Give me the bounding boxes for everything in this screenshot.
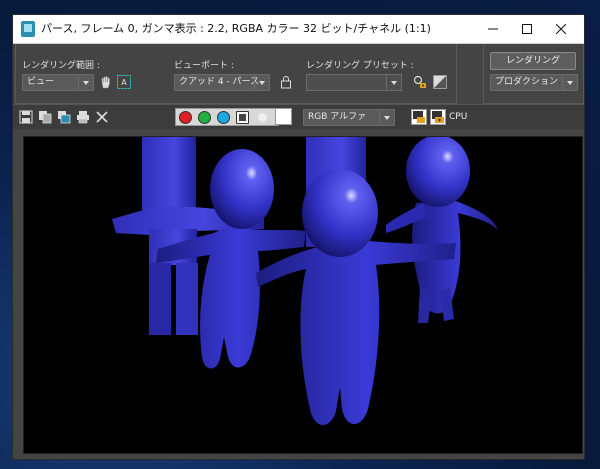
close-button[interactable] [544,15,578,43]
render-action-group: レンダリング プロダクション [483,44,584,104]
auto-region-icon[interactable]: A [116,74,132,90]
maximize-button[interactable] [510,15,544,43]
chevron-down-icon [379,110,394,125]
close-icon [556,24,566,34]
alpha-icon [239,114,246,121]
print-icon[interactable] [76,110,90,124]
render-window-icon[interactable] [411,109,427,125]
title-bar[interactable]: パース, フレーム 0, ガンマ表示 : 2.2, RGBA カラー 32 ビッ… [13,15,584,44]
pan-hand-icon[interactable] [98,74,114,90]
maximize-icon [522,24,532,34]
minimize-icon [488,28,498,30]
red-channel-toggle[interactable] [179,111,192,124]
render-viewport[interactable] [23,136,583,454]
chevron-down-icon [78,75,93,90]
render-mode-value: プロダクション [495,77,559,87]
lock-icon[interactable] [278,74,294,90]
cpu-render-icon[interactable] [430,109,446,125]
render-area-value: ビュー [27,77,55,87]
render-area-label: レンダリング範囲 : [22,61,100,71]
cpu-label: CPU [449,112,468,122]
svg-text:A: A [121,78,127,87]
viewport-dropdown[interactable]: クアッド 4 - パース [174,74,270,91]
render-mode-dropdown[interactable]: プロダクション [490,74,578,91]
channel-display-value: RGB アルファ [308,112,367,122]
copy-image-icon[interactable] [38,110,52,124]
figure-right [386,137,498,323]
window-title: パース, フレーム 0, ガンマ表示 : 2.2, RGBA カラー 32 ビッ… [41,22,431,35]
monochrome-toggle[interactable] [258,113,267,122]
chevron-down-icon [562,75,577,90]
background-color-swatch[interactable] [275,108,292,125]
clone-window-icon[interactable] [57,110,71,124]
viewport-label: ビューポート : [174,61,234,71]
rendered-frame-window: パース, フレーム 0, ガンマ表示 : 2.2, RGBA カラー 32 ビッ… [12,14,585,460]
environment-icon[interactable] [432,74,448,90]
save-image-icon[interactable] [19,110,33,124]
render-setup-icon[interactable] [412,74,428,90]
channel-toggle-group [175,108,279,126]
minimize-button[interactable] [476,15,510,43]
chevron-down-icon [386,75,401,90]
clear-icon[interactable] [95,110,109,124]
app-icon [21,21,35,37]
channel-display-dropdown[interactable]: RGB アルファ [303,109,395,126]
preset-label: レンダリング プリセット : [306,61,414,71]
preset-dropdown[interactable] [306,74,402,91]
chevron-down-icon [254,75,269,90]
rendered-scene-image [112,137,498,426]
frame-toolbar: RGB アルファ CPU [13,104,584,129]
blue-channel-toggle[interactable] [217,111,230,124]
viewport-value: クアッド 4 - パース [179,77,260,87]
render-button[interactable]: レンダリング [490,52,576,70]
green-channel-toggle[interactable] [198,111,211,124]
render-area-dropdown[interactable]: ビュー [22,74,94,91]
render-options-group: レンダリング範囲 : ビュー A ビューポート : クアッド 4 - パース レ… [15,44,457,104]
render-settings-panel: レンダリング範囲 : ビュー A ビューポート : クアッド 4 - パース レ… [13,44,584,104]
alpha-channel-toggle[interactable] [236,111,249,124]
